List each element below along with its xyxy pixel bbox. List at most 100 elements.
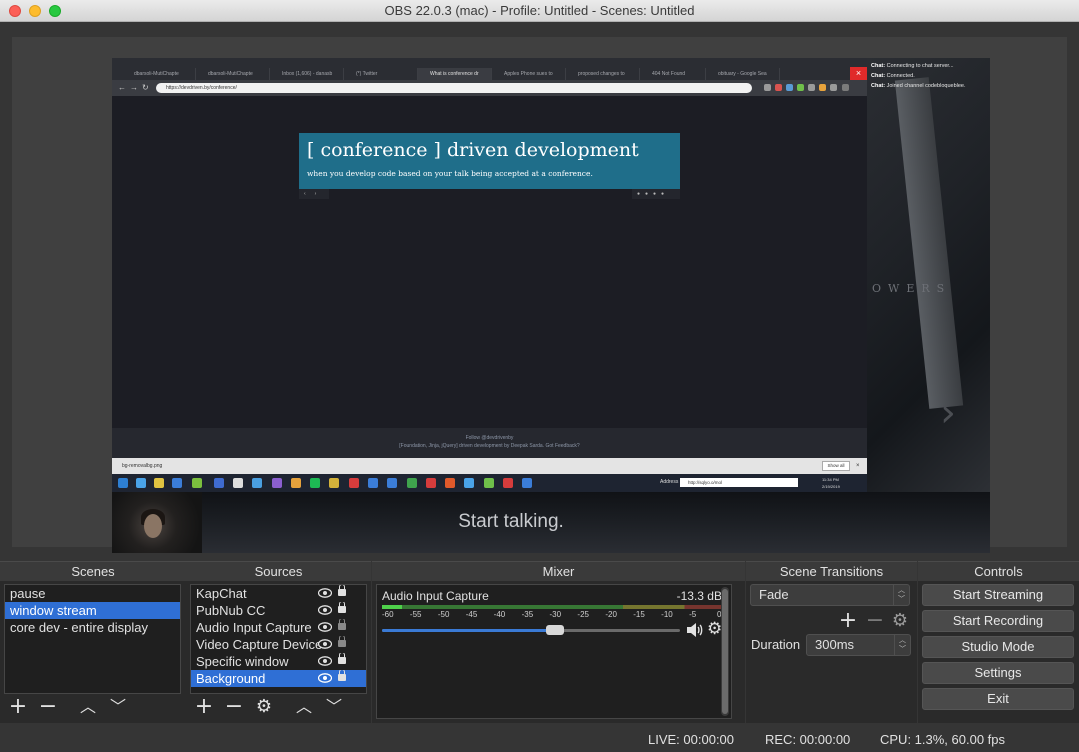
scenes-toolbar: + − ︿ ﹀ <box>4 695 181 721</box>
menu-icon <box>842 84 849 91</box>
conference-title: [ conference ] driven development <box>307 139 639 161</box>
volume-slider[interactable] <box>382 625 680 635</box>
taskbar-app-icon <box>464 478 474 488</box>
source-properties-gear-icon[interactable]: ⚙ <box>252 695 276 721</box>
transitions-header: Scene Transitions <box>746 561 917 581</box>
visibility-eye-icon[interactable] <box>318 622 332 632</box>
visibility-eye-icon[interactable] <box>318 605 332 615</box>
download-close-icon: × <box>856 463 860 469</box>
source-label: Specific window <box>196 654 289 669</box>
spotify-icon <box>310 478 320 488</box>
download-file: bg-removalbg.png <box>122 463 163 469</box>
sources-list[interactable]: KapChat PubNub CC Audio Input Capture Vi… <box>190 584 367 694</box>
unlock-icon[interactable] <box>338 619 346 630</box>
kapchat-overlay: Chat: Connecting to chat server... Chat:… <box>867 61 990 91</box>
chevron-right-icon: › <box>940 390 956 436</box>
taskbar-app-icon <box>192 478 202 488</box>
remove-transition-button[interactable]: − <box>863 609 887 635</box>
visibility-eye-icon[interactable] <box>318 673 332 683</box>
lock-icon[interactable] <box>338 653 346 664</box>
meter-tick-label: -20 <box>605 610 617 619</box>
download-bar: bg-removalbg.png Show all × <box>112 458 867 474</box>
scene-item[interactable]: pause <box>5 585 180 602</box>
meter-tick-label: -45 <box>465 610 478 619</box>
taskbar-app-icon <box>349 478 359 488</box>
add-scene-button[interactable]: + <box>6 695 30 721</box>
chat-line: Chat: Connected. <box>871 73 915 79</box>
taskbar-app-icon <box>136 478 146 488</box>
scenes-header: Scenes <box>0 561 186 581</box>
visibility-eye-icon[interactable] <box>318 656 332 666</box>
speaker-icon[interactable] <box>686 622 703 638</box>
source-label: Video Capture Device <box>196 637 323 652</box>
source-item-selected[interactable]: Background <box>191 670 366 687</box>
settings-button[interactable]: Settings <box>922 662 1074 684</box>
transition-select[interactable]: Fade ︿ ﹀ <box>750 584 910 606</box>
lock-icon[interactable] <box>338 602 346 613</box>
exit-button[interactable]: Exit <box>922 688 1074 710</box>
meter-tick-label: -15 <box>633 610 645 619</box>
mixer-scrollbar[interactable] <box>721 587 729 716</box>
taskbar-clock: 11:34 PM 2/19/2019 <box>822 476 840 490</box>
meter-tick-label: -30 <box>549 610 562 619</box>
add-transition-button[interactable]: + <box>836 609 860 635</box>
taskbar-app-icon <box>484 478 494 488</box>
mixer-gear-icon[interactable]: ⚙ <box>707 619 722 639</box>
source-label: Audio Input Capture <box>196 620 312 635</box>
taskbar-address: http://sqlyo.o/mol <box>680 478 798 487</box>
meter-tick-label: -25 <box>577 610 589 619</box>
volume-slider-fill <box>382 629 555 632</box>
move-scene-down-button[interactable]: ﹀ <box>106 695 130 721</box>
move-source-down-button[interactable]: ﹀ <box>322 695 346 721</box>
start-streaming-button[interactable]: Start Streaming <box>922 584 1074 606</box>
source-item[interactable]: PubNub CC <box>191 602 366 619</box>
captured-browser: dbarsoli-MutiChapte dbarsoli-MutiChapte … <box>112 58 867 492</box>
controls-dock: Controls Start Streaming Start Recording… <box>918 561 1079 723</box>
taskbar-app-icon <box>233 478 243 488</box>
sources-dock: Sources KapChat PubNub CC Audio Input Ca… <box>186 561 371 723</box>
browser-tab-active: What is conference dr <box>418 68 492 80</box>
meter-tick-label: -60 <box>382 610 394 619</box>
source-item[interactable]: Video Capture Device <box>191 636 366 653</box>
page-footer: Follow @devdrivenby [Foundation, Jinja, … <box>112 428 867 458</box>
download-show-all: Show all <box>822 461 850 471</box>
browser-tab: 404 Not Found <box>640 68 706 80</box>
browser-tab: proposed changes to <box>566 68 640 80</box>
transition-gear-icon[interactable]: ⚙ <box>888 609 912 635</box>
source-item[interactable]: Audio Input Capture <box>191 619 366 636</box>
unlock-icon[interactable] <box>338 636 346 647</box>
scene-item-selected[interactable]: window stream <box>5 602 180 619</box>
source-label: Background <box>196 671 266 686</box>
volume-slider-handle[interactable] <box>545 625 564 635</box>
controls-header: Controls <box>918 561 1079 581</box>
duration-stepper-icon[interactable]: ︿ ﹀ <box>894 635 910 655</box>
browser-address-bar: ← → ↻ https://devdriven.by/conference/ <box>112 80 867 96</box>
share-icons: ●●●● <box>632 189 680 199</box>
lock-icon[interactable] <box>338 585 346 596</box>
photo-text: OWERS <box>872 282 952 295</box>
studio-mode-button[interactable]: Studio Mode <box>922 636 1074 658</box>
visibility-eye-icon[interactable] <box>318 639 332 649</box>
move-scene-up-button[interactable]: ︿ <box>76 695 100 721</box>
scenes-list[interactable]: pause window stream core dev - entire di… <box>4 584 181 694</box>
preview-canvas[interactable]: dbarsoli-MutiChapte dbarsoli-MutiChapte … <box>12 37 1067 553</box>
cpu-fps: CPU: 1.3%, 60.00 fps <box>880 732 1006 747</box>
start-recording-button[interactable]: Start Recording <box>922 610 1074 632</box>
taskbar-clock-time: 11:34 PM <box>822 477 839 482</box>
visibility-eye-icon[interactable] <box>318 588 332 598</box>
lock-icon[interactable] <box>338 670 346 681</box>
title-bar: OBS 22.0.3 (mac) - Profile: Untitled - S… <box>0 0 1079 22</box>
mixer-level: -13.3 dB <box>676 589 722 603</box>
extension-icon <box>830 84 837 91</box>
remove-source-button[interactable]: − <box>222 695 246 721</box>
remove-scene-button[interactable]: − <box>36 695 60 721</box>
mixer-channel-name: Audio Input Capture <box>382 589 489 603</box>
source-item[interactable]: Specific window <box>191 653 366 670</box>
scene-item[interactable]: core dev - entire display <box>5 619 180 636</box>
source-item[interactable]: KapChat <box>191 585 366 602</box>
taskbar-app-icon <box>407 478 417 488</box>
move-source-up-button[interactable]: ︿ <box>292 695 316 721</box>
add-source-button[interactable]: + <box>192 695 216 721</box>
mixer-scrollbar-thumb[interactable] <box>722 589 728 714</box>
duration-input[interactable]: 300ms ︿ ﹀ <box>806 634 911 656</box>
